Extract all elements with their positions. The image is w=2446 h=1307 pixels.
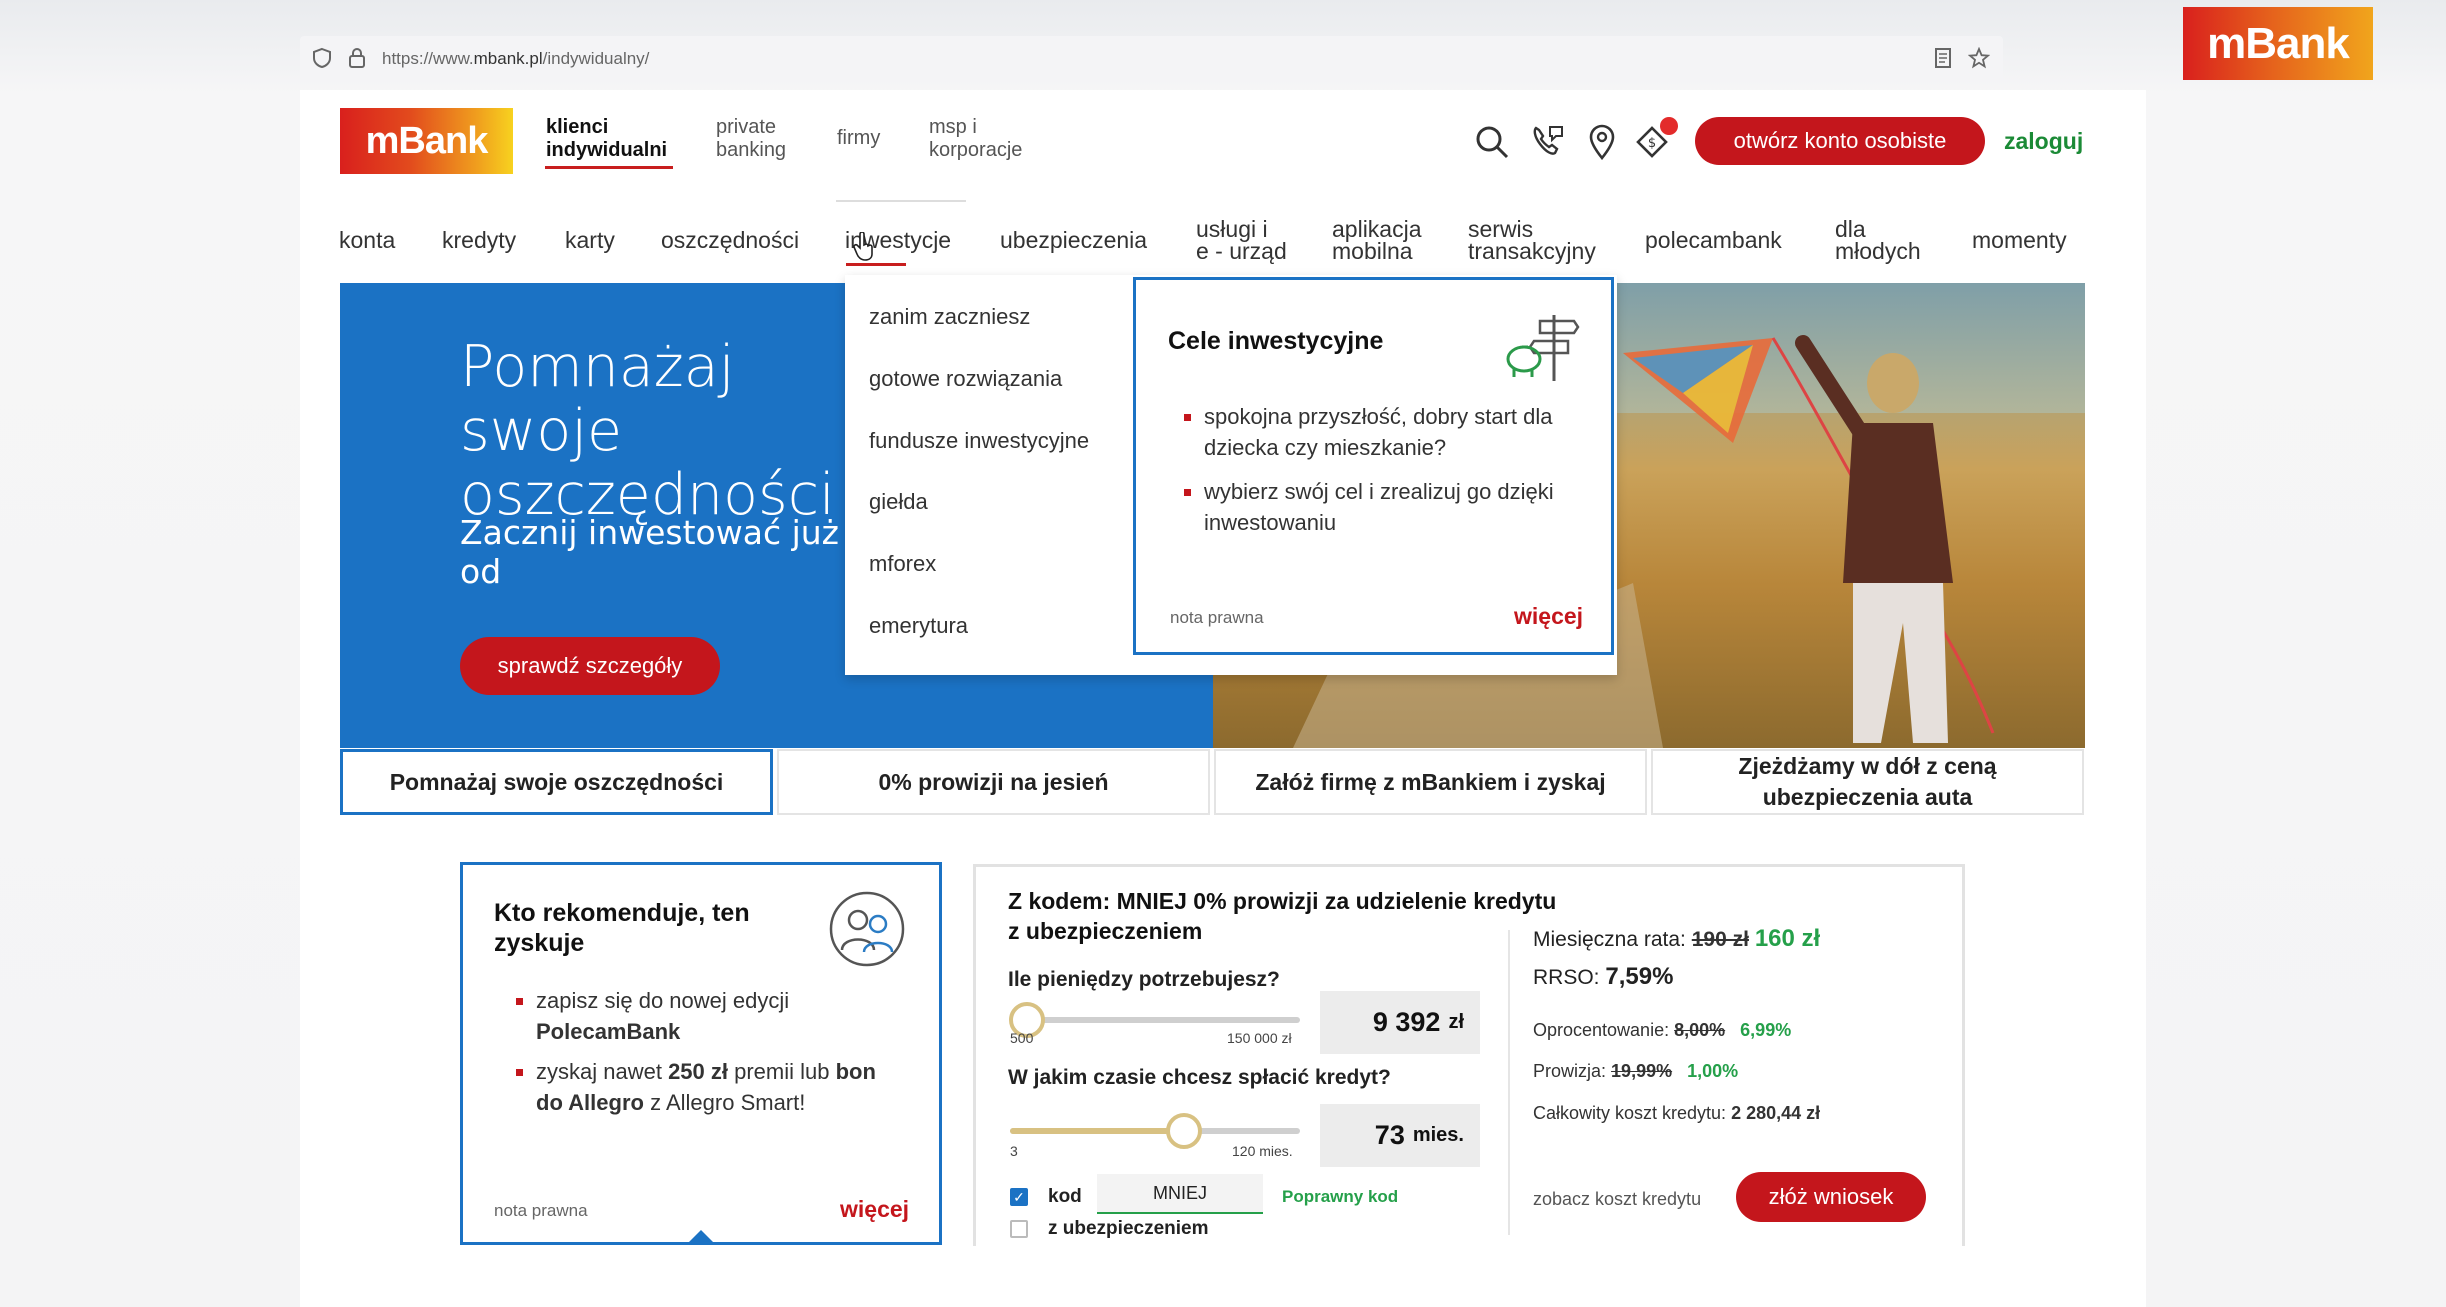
nav-dla-mlodych[interactable]: dla młodych: [1835, 218, 1921, 263]
goals-more-link[interactable]: więcej: [1514, 603, 1583, 630]
segment-private-banking[interactable]: private banking: [716, 116, 786, 162]
dropdown-item-pension[interactable]: emerytura: [869, 613, 968, 639]
promo-code-input[interactable]: MNIEJ: [1097, 1174, 1263, 1214]
url-text[interactable]: https://www.mbank.pl/indywidualny/: [382, 49, 649, 69]
hero-tab-car-insurance[interactable]: Zjeżdżamy w dół z ceną ubezpieczenia aut…: [1651, 749, 2084, 815]
dropdown-item-exchange[interactable]: giełda: [869, 489, 928, 515]
nav-momenty[interactable]: momenty: [1972, 229, 2067, 252]
total-cost-row: Całkowity koszt kredytu: 2 280,44 zł: [1533, 1103, 1821, 1123]
svg-text:$: $: [1648, 136, 1656, 151]
time-slider-track[interactable]: [1010, 1128, 1300, 1134]
nav-konta[interactable]: konta: [339, 229, 395, 252]
loan-title: Z kodem: MNIEJ 0% prowizji za udzielenie…: [1008, 888, 1557, 944]
fee-row: Prowizja: 19,99% 1,00%: [1533, 1061, 1739, 1081]
hero-title: Pomnażaj swoje oszczędności: [460, 334, 835, 528]
see-cost-link[interactable]: zobacz koszt kredytu: [1533, 1189, 1701, 1210]
segment-individual[interactable]: klienci indywidualni: [546, 116, 667, 162]
nav-hover-line: [836, 200, 966, 202]
recommend-legal-link[interactable]: nota prawna: [494, 1201, 588, 1221]
notification-dot: [1660, 117, 1678, 135]
insurance-checkbox[interactable]: [1010, 1220, 1028, 1238]
segment-active-underline: [545, 166, 673, 169]
recommend-more-link[interactable]: więcej: [840, 1196, 909, 1223]
time-value-field[interactable]: 73 mies.: [1320, 1104, 1480, 1167]
nav-uslugi[interactable]: usługi i e - urząd: [1196, 218, 1287, 263]
apply-button[interactable]: złóż wniosek: [1736, 1172, 1926, 1222]
nav-aplikacja[interactable]: aplikacja mobilna: [1332, 218, 1422, 263]
corner-brand-logo: mBank: [2183, 7, 2373, 80]
recommend-title: Kto rekomenduje, ten zyskuje: [494, 899, 750, 957]
nav-karty[interactable]: karty: [565, 229, 615, 252]
nav-ubezpieczenia[interactable]: ubezpieczenia: [1000, 229, 1147, 252]
hero-details-button[interactable]: sprawdź szczegóły: [460, 637, 720, 695]
nav-polecambank[interactable]: polecambank: [1645, 229, 1782, 252]
recommend-bullet-1: zapisz się do nowej edycji PolecamBank: [514, 985, 894, 1047]
monthly-payment-row: Miesięczna rata: 190 zł 160 zł: [1533, 925, 1821, 952]
phone-chat-icon[interactable]: [1528, 122, 1568, 162]
time-question: W jakim czasie chcesz spłacić kredyt?: [1008, 1066, 1391, 1089]
hero-tab-commission[interactable]: 0% prowizji na jesień: [777, 749, 1210, 815]
code-label: kod: [1048, 1186, 1082, 1207]
time-slider-fill: [1010, 1128, 1184, 1134]
amount-max-label: 150 000 zł: [1227, 1030, 1292, 1046]
search-icon[interactable]: [1472, 122, 1512, 162]
nav-serwis[interactable]: serwis transakcyjny: [1468, 218, 1596, 263]
dropdown-item-ready[interactable]: gotowe rozwiązania: [869, 366, 1062, 392]
nav-oszczednosci[interactable]: oszczędności: [661, 229, 799, 252]
shield-icon: [313, 47, 331, 69]
dropdown-item-funds[interactable]: fundusze inwestycyjne: [869, 428, 1089, 454]
address-bar[interactable]: https://www.mbank.pl/indywidualny/: [300, 36, 2003, 80]
investment-goals-title: Cele inwestycyjne: [1168, 327, 1384, 355]
goals-legal-link[interactable]: nota prawna: [1170, 608, 1264, 628]
interest-row: Oprocentowanie: 8,00% 6,99%: [1533, 1020, 1792, 1040]
nav-kredyty[interactable]: kredyty: [442, 229, 516, 252]
amount-value-field[interactable]: 9 392 zł: [1320, 991, 1480, 1054]
segment-firmy[interactable]: firmy: [837, 127, 880, 150]
code-valid-text: Poprawny kod: [1282, 1187, 1399, 1206]
reader-view-icon[interactable]: [1934, 48, 1952, 68]
hero-tab-savings[interactable]: Pomnażaj swoje oszczędności: [340, 749, 773, 815]
mouse-hand-cursor-icon: [853, 232, 873, 261]
amount-question: Ile pieniędzy potrzebujesz?: [1008, 968, 1280, 991]
rrso-row: RRSO: 7,59%: [1533, 963, 1674, 990]
loan-divider: [1508, 930, 1510, 1235]
dropdown-item-mforex[interactable]: mforex: [869, 551, 936, 577]
nav-active-underline: [846, 263, 906, 266]
goals-bullet-2: wybierz swój cel i zrealizuj go dzięki i…: [1182, 476, 1572, 538]
insurance-label: z ubezpieczeniem: [1048, 1218, 1209, 1239]
location-pin-icon[interactable]: [1582, 122, 1622, 162]
lock-icon: [349, 48, 365, 68]
time-slider-handle[interactable]: [1166, 1113, 1202, 1149]
open-account-button[interactable]: otwórz konto osobiste: [1695, 117, 1985, 165]
dropdown-item-start[interactable]: zanim zaczniesz: [869, 304, 1030, 330]
amount-slider-track[interactable]: [1010, 1017, 1300, 1023]
time-max-label: 120 mies.: [1232, 1143, 1293, 1159]
segment-msp[interactable]: msp i korporacje: [929, 116, 1022, 162]
piggy-bank-signpost-icon: [1506, 315, 1580, 381]
bookmark-star-icon[interactable]: [1968, 47, 1990, 69]
amount-min-label: 500: [1010, 1030, 1034, 1046]
time-min-label: 3: [1010, 1143, 1018, 1159]
people-icon: [829, 891, 905, 967]
hero-tab-company[interactable]: Załóż firmę z mBankiem i zyskaj: [1214, 749, 1647, 815]
recommend-bullet-2: zyskaj nawet 250 zł premii lub bon do Al…: [514, 1056, 904, 1118]
carousel-pointer: [686, 1230, 716, 1245]
hero-subtitle: Zacznij inwestować już od: [460, 513, 839, 591]
mbank-logo[interactable]: mBank: [340, 108, 513, 174]
login-link[interactable]: zaloguj: [2004, 128, 2083, 155]
goals-bullet-1: spokojna przyszłość, dobry start dla dzi…: [1182, 401, 1572, 463]
code-checkbox[interactable]: ✓: [1010, 1188, 1028, 1206]
